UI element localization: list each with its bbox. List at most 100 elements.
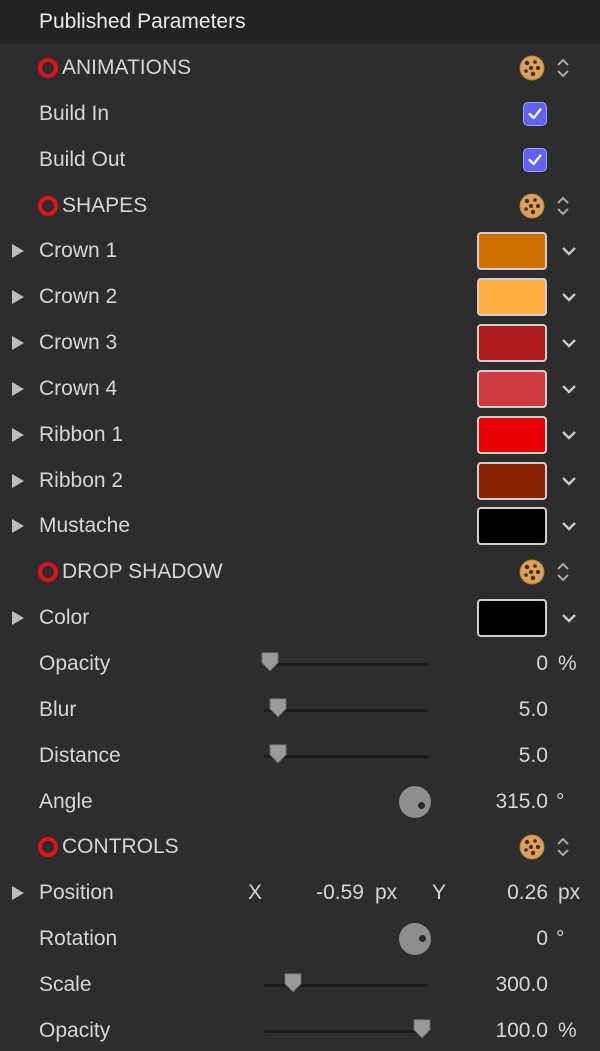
disclosure-triangle-icon[interactable]	[12, 336, 24, 350]
param-crown-1: Crown 1	[0, 231, 600, 271]
param-shadow-angle: Angle 315.0 °	[0, 782, 600, 822]
chevron-down-icon[interactable]	[561, 613, 577, 623]
cookie-icon[interactable]	[519, 55, 545, 81]
slider-thumb[interactable]	[283, 972, 303, 994]
cookie-icon[interactable]	[519, 193, 545, 219]
color-swatch[interactable]	[477, 507, 547, 545]
dial-indicator	[419, 935, 426, 942]
value-field[interactable]: 315.0	[495, 790, 548, 814]
param-crown-2: Crown 2	[0, 277, 600, 317]
param-crown-3: Crown 3	[0, 323, 600, 363]
param-scale: Scale 300.0	[0, 965, 600, 1005]
param-label: Crown 2	[39, 285, 118, 308]
x-value-field[interactable]: -0.59	[316, 881, 364, 905]
section-shapes[interactable]: SHAPES	[0, 186, 600, 226]
dial-indicator	[418, 802, 425, 809]
y-label: Y	[432, 881, 447, 904]
section-header: SHAPES	[38, 194, 147, 218]
section-label: ANIMATIONS	[62, 56, 192, 79]
section-animations[interactable]: ANIMATIONS	[0, 48, 600, 88]
unit-label: °	[556, 927, 565, 950]
param-label: Crown 3	[39, 331, 118, 354]
color-swatch[interactable]	[477, 462, 547, 500]
up-down-stepper-icon[interactable]	[556, 194, 570, 218]
color-swatch[interactable]	[477, 416, 547, 454]
red-circle-icon	[38, 562, 58, 582]
rotation-dial[interactable]	[399, 923, 431, 955]
section-label: CONTROLS	[62, 835, 179, 858]
color-swatch[interactable]	[477, 278, 547, 316]
disclosure-triangle-icon[interactable]	[12, 428, 24, 442]
chevron-down-icon[interactable]	[561, 246, 577, 256]
value-field[interactable]: 100.0	[495, 1019, 548, 1043]
chevron-down-icon[interactable]	[561, 384, 577, 394]
disclosure-triangle-icon[interactable]	[12, 611, 24, 625]
slider-track[interactable]	[264, 1030, 428, 1033]
chevron-down-icon[interactable]	[561, 521, 577, 531]
param-label: Blur	[39, 698, 77, 721]
param-controls-opacity: Opacity 100.0 %	[0, 1011, 600, 1051]
up-down-stepper-icon[interactable]	[556, 835, 570, 859]
section-header: DROP SHADOW	[38, 560, 223, 584]
param-label: Color	[39, 606, 90, 629]
slider-track[interactable]	[264, 755, 428, 758]
disclosure-triangle-icon[interactable]	[12, 244, 24, 258]
slider-thumb[interactable]	[268, 743, 288, 765]
build-in-checkbox[interactable]	[523, 102, 547, 126]
param-label: Ribbon 1	[39, 423, 124, 446]
section-controls[interactable]: CONTROLS	[0, 827, 600, 867]
up-down-stepper-icon[interactable]	[556, 560, 570, 584]
disclosure-triangle-icon[interactable]	[12, 382, 24, 396]
value-field[interactable]: 0	[536, 927, 548, 951]
param-crown-4: Crown 4	[0, 369, 600, 409]
color-swatch[interactable]	[477, 324, 547, 362]
x-label: X	[248, 881, 263, 904]
param-build-out: Build Out	[0, 140, 600, 180]
param-ribbon-2: Ribbon 2	[0, 461, 600, 501]
chevron-down-icon[interactable]	[561, 430, 577, 440]
param-label: Distance	[39, 744, 121, 767]
disclosure-triangle-icon[interactable]	[12, 474, 24, 488]
value-field[interactable]: 0	[536, 652, 548, 676]
chevron-down-icon[interactable]	[561, 476, 577, 486]
slider-track[interactable]	[264, 663, 428, 666]
disclosure-triangle-icon[interactable]	[12, 886, 24, 900]
slider-thumb[interactable]	[268, 697, 288, 719]
param-label: Scale	[39, 973, 92, 996]
param-label: Build In	[39, 102, 110, 125]
unit-label: %	[558, 652, 577, 675]
color-swatch[interactable]	[477, 370, 547, 408]
value-field[interactable]: 300.0	[495, 973, 548, 997]
disclosure-triangle-icon[interactable]	[12, 290, 24, 304]
param-ribbon-1: Ribbon 1	[0, 415, 600, 455]
cookie-icon[interactable]	[519, 834, 545, 860]
up-down-stepper-icon[interactable]	[556, 56, 570, 80]
y-value-field[interactable]: 0.26	[507, 881, 548, 905]
build-out-checkbox[interactable]	[523, 148, 547, 172]
angle-dial[interactable]	[399, 786, 431, 818]
param-label: Opacity	[39, 1019, 111, 1042]
red-circle-icon	[38, 58, 58, 78]
unit-label: %	[558, 1019, 577, 1042]
color-swatch[interactable]	[477, 232, 547, 270]
param-rotation: Rotation 0 °	[0, 919, 600, 959]
cookie-icon[interactable]	[519, 559, 545, 585]
disclosure-triangle-icon[interactable]	[12, 519, 24, 533]
slider-thumb[interactable]	[260, 651, 280, 673]
slider-thumb[interactable]	[412, 1018, 432, 1040]
param-build-in: Build In	[0, 94, 600, 134]
chevron-down-icon[interactable]	[561, 338, 577, 348]
color-swatch[interactable]	[477, 599, 547, 637]
slider-track[interactable]	[264, 709, 428, 712]
param-label: Position	[39, 881, 114, 904]
param-position: Position X -0.59 px Y 0.26 px	[0, 873, 600, 913]
section-drop-shadow[interactable]: DROP SHADOW	[0, 552, 600, 592]
unit-label: °	[556, 790, 565, 813]
chevron-down-icon[interactable]	[561, 292, 577, 302]
checkmark-icon	[526, 105, 544, 123]
value-field[interactable]: 5.0	[519, 698, 548, 722]
param-label: Rotation	[39, 927, 118, 950]
y-unit-label: px	[558, 881, 581, 904]
value-field[interactable]: 5.0	[519, 744, 548, 768]
section-header: ANIMATIONS	[38, 56, 191, 80]
